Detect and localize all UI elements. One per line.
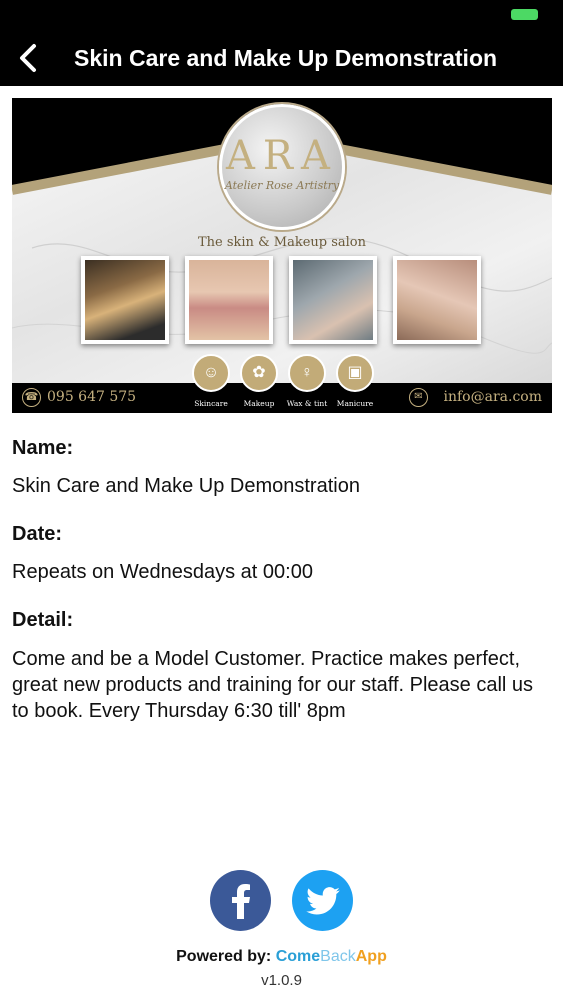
event-banner-image: ARA Atelier Rose Artistry The skin & Mak… — [12, 98, 552, 413]
date-label: Date: — [12, 523, 63, 545]
wax-tint-icon: ♀ — [288, 354, 326, 392]
manicure-photo — [289, 256, 377, 344]
logo-subtitle: Atelier Rose Artistry — [224, 179, 340, 192]
phone-icon: ☎ — [22, 388, 41, 407]
battery-icon — [511, 9, 538, 20]
date-value: Repeats on Wednesdays at 00:00 — [12, 561, 313, 583]
waxing-photo — [393, 256, 481, 344]
makeup-icon: ✿ — [240, 354, 278, 392]
powered-by-label: Powered by: — [176, 948, 272, 965]
skincare-icon: ☺ — [192, 354, 230, 392]
name-label: Name: — [12, 437, 74, 459]
email-icon: ✉ — [409, 388, 428, 407]
facebook-button[interactable] — [210, 870, 271, 931]
detail-value: Come and be a Model Customer. Practice m… — [12, 648, 534, 722]
back-button[interactable] — [12, 40, 44, 76]
banner-email: info@ara.com — [443, 389, 543, 405]
banner-phone: 095 647 575 — [47, 389, 137, 405]
navigation-bar: Skin Care and Make Up Demonstration — [0, 30, 563, 86]
makeup-photo — [185, 256, 273, 344]
ara-logo: ARA Atelier Rose Artistry — [219, 104, 345, 230]
banner-tagline: The skin & Makeup salon — [197, 235, 367, 250]
status-bar — [0, 0, 563, 30]
hair-photo — [81, 256, 169, 344]
chevron-left-icon — [20, 44, 36, 72]
manicure-icon: ▣ — [336, 354, 374, 392]
twitter-button[interactable] — [292, 870, 353, 931]
facebook-icon — [231, 883, 250, 919]
detail-label: Detail: — [12, 609, 74, 631]
comebackapp-brand[interactable]: ComeBackApp — [276, 948, 387, 965]
brand-part-back: Back — [320, 948, 356, 965]
brand-part-come: Come — [275, 948, 321, 965]
service-label-manicure: Manicure — [336, 399, 374, 408]
powered-by: Powered by: ComeBackApp — [0, 948, 563, 966]
app-version: v1.0.9 — [261, 972, 302, 989]
name-value: Skin Care and Make Up Demonstration — [12, 475, 360, 497]
logo-letters: ARA — [226, 133, 338, 179]
banner-bottom-band: ☎ 095 647 575 ✉ info@ara.com — [12, 383, 552, 413]
brand-part-app: App — [355, 948, 387, 965]
page-title: Skin Care and Make Up Demonstration — [74, 45, 498, 71]
twitter-icon — [305, 886, 340, 914]
